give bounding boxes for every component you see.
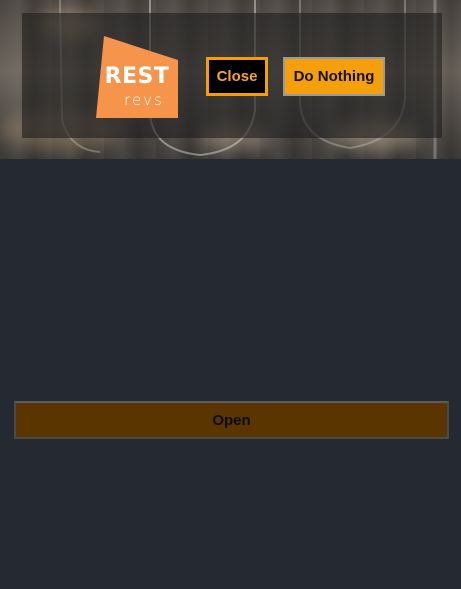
open-button[interactable]: Open — [14, 401, 449, 439]
restrevs-logo: REST revs — [96, 36, 178, 118]
logo-text-revs: revs — [124, 91, 164, 109]
close-button[interactable]: Close — [206, 57, 268, 96]
logo-text-rest: REST — [104, 64, 170, 89]
do-nothing-button[interactable]: Do Nothing — [283, 57, 385, 96]
